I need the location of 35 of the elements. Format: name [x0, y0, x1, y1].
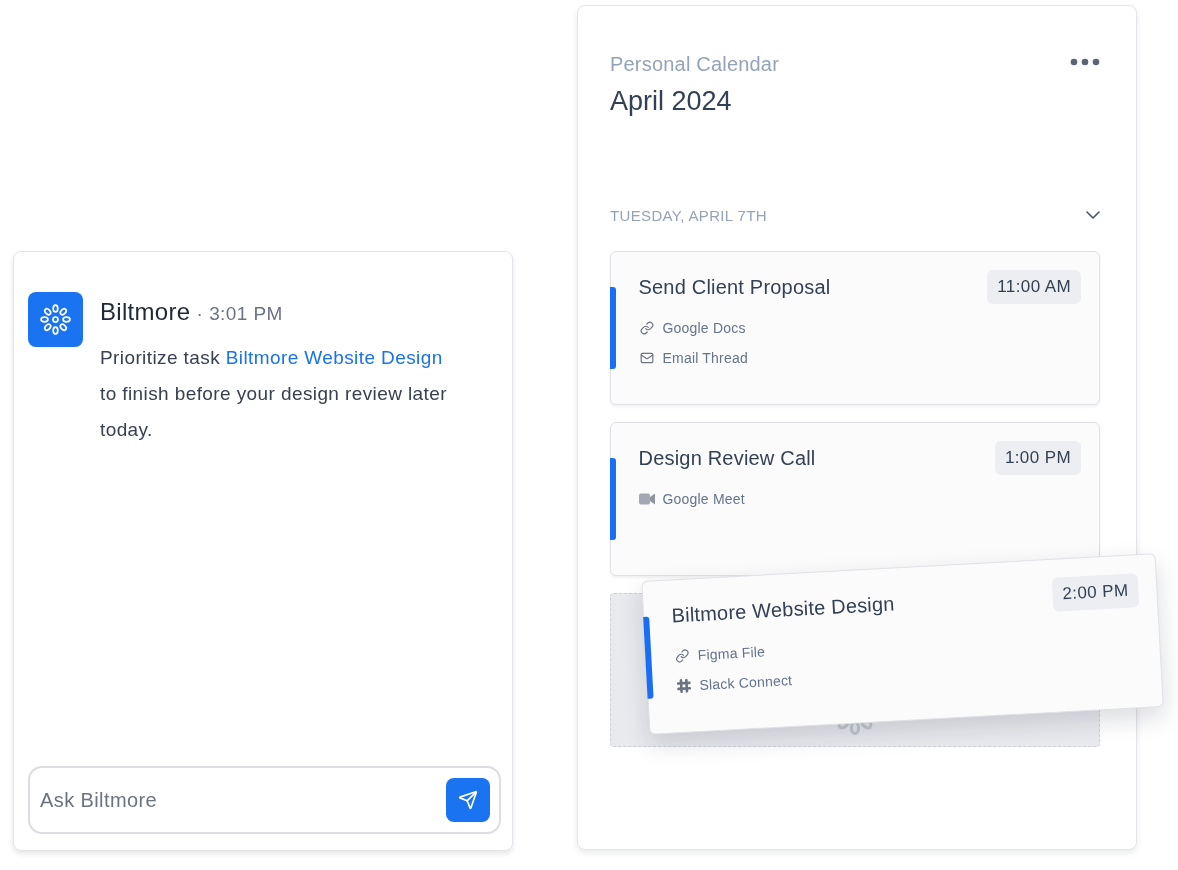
video-camera-icon — [638, 493, 655, 505]
more-button[interactable] — [1070, 58, 1100, 66]
task-link[interactable]: Biltmore Website Design — [225, 347, 443, 368]
chevron-down-icon — [1086, 211, 1100, 219]
message-text: Prioritize task Biltmore Website Design to finish before your design review later today. — [100, 346, 448, 442]
calendar-subtitle: Personal Calendar — [610, 52, 780, 76]
envelope-icon — [639, 351, 654, 365]
attachment-link[interactable]: Figma File — [673, 641, 766, 667]
event-card[interactable]: Send Client Proposal 11:00 AM Google Docs Email Thread — [610, 251, 1100, 405]
flower-logo-icon — [28, 292, 83, 347]
sender-name: Biltmore — [100, 298, 191, 326]
collapse-button[interactable] — [1086, 211, 1100, 219]
attachment-link[interactable]: Email Thread — [638, 348, 748, 368]
event-time: 2:00 PM — [1051, 573, 1140, 612]
send-button[interactable] — [446, 778, 490, 822]
more-icon — [1070, 58, 1100, 66]
event-card[interactable]: Biltmore Website Design 2:00 PM Figma File Slack Connect — [641, 553, 1164, 735]
message-input[interactable]: Ask Biltmore — [28, 766, 501, 834]
calendar-title: April 2024 — [610, 85, 733, 118]
event-title: Biltmore Website Design — [670, 591, 896, 629]
event-title: Send Client Proposal — [638, 275, 831, 300]
link-icon — [639, 321, 654, 335]
event-time: 1:00 PM — [994, 441, 1081, 475]
event-title: Design Review Call — [638, 446, 816, 471]
message-time: 3:01 PM — [209, 302, 283, 326]
attachment-link[interactable]: Slack Connect — [674, 670, 793, 697]
name-separator: · — [196, 302, 204, 326]
attachment-link[interactable]: Google Meet — [638, 489, 745, 509]
day-heading: TUESDAY, APRIL 7TH — [610, 206, 767, 224]
event-card[interactable]: Design Review Call 1:00 PM Google Meet — [610, 422, 1100, 576]
send-icon — [458, 790, 478, 810]
event-time: 11:00 AM — [987, 270, 1081, 304]
hash-icon — [676, 678, 691, 694]
attachment-link[interactable]: Google Docs — [638, 318, 746, 338]
link-icon — [674, 648, 690, 664]
